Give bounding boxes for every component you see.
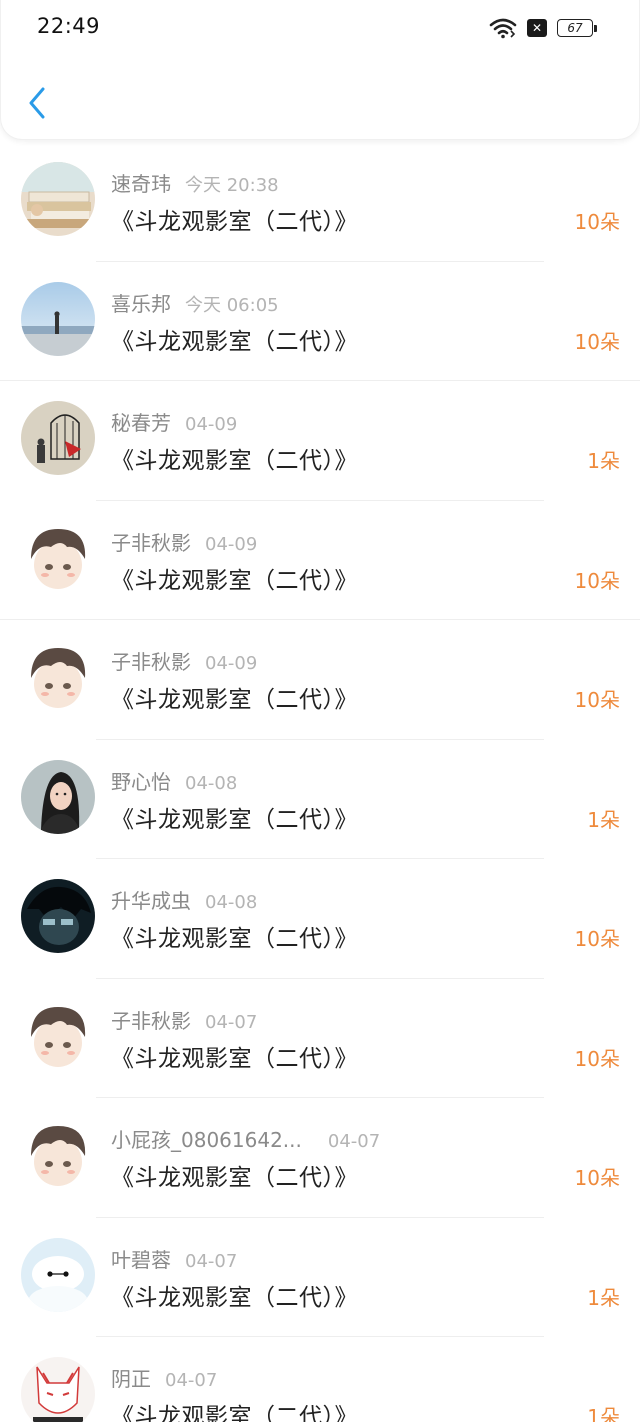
gift-amount: 1朵	[587, 1405, 620, 1422]
back-button[interactable]	[23, 84, 51, 122]
status-time: 22:49	[37, 14, 101, 38]
gift-amount: 10朵	[574, 927, 620, 951]
list-item[interactable]: 子非秋影 04-07 《斗龙观影室（二代）》 10朵	[0, 979, 640, 1098]
gift-amount: 1朵	[587, 449, 620, 473]
item-title: 《斗龙观影室（二代）》	[111, 1045, 358, 1072]
girl-photo-avatar[interactable]	[21, 759, 95, 834]
item-title: 《斗龙观影室（二代）》	[111, 448, 358, 474]
status-icons: ✕ 67	[489, 17, 597, 39]
send-date: 04-07	[327, 1131, 381, 1152]
gift-amount: 10朵	[574, 688, 620, 712]
sender-name: 阴正 04-07	[111, 1367, 218, 1391]
sender-name: 小屁孩_08061642... 04-07	[111, 1128, 381, 1152]
send-date: 04-09	[185, 414, 238, 435]
list-item[interactable]: 速奇玮 今天 20:38 《斗龙观影室（二代）》 10朵	[0, 142, 640, 262]
list-item[interactable]: 子非秋影 04-09 《斗龙观影室（二代）》 10朵	[0, 620, 640, 740]
sender-name: 升华成虫 04-08	[111, 889, 258, 913]
sender-name: 子非秋影 04-09	[111, 530, 258, 555]
baymax-avatar[interactable]	[21, 1237, 95, 1312]
list-item[interactable]: 秘春芳 04-09 《斗龙观影室（二代）》 1朵	[0, 381, 640, 501]
item-title: 《斗龙观影室（二代）》	[111, 1284, 358, 1311]
send-date: 04-07	[205, 1011, 258, 1033]
sender-name: 速奇玮 今天 20:38	[111, 172, 279, 196]
list-item[interactable]: 阴正 04-07 《斗龙观影室（二代）》 1朵	[0, 1337, 640, 1422]
dark-anime-avatar[interactable]	[21, 879, 95, 953]
battery-level: 67	[567, 21, 583, 35]
item-title: 《斗龙观影室（二代）》	[111, 806, 358, 833]
list-item[interactable]: 叶碧蓉 04-07 《斗龙观影室（二代）》 1朵	[0, 1218, 640, 1337]
gift-amount: 10朵	[574, 1166, 620, 1190]
battery-icon: 67	[557, 19, 597, 37]
send-date: 今天 20:38	[185, 175, 279, 196]
sender-name: 野心怡 04-08	[111, 769, 238, 794]
sender-name: 叶碧蓉 04-07	[111, 1247, 238, 1272]
anime-boy-avatar[interactable]	[21, 520, 95, 595]
item-title: 《斗龙观影室（二代）》	[111, 209, 358, 235]
birdcage-avatar[interactable]	[21, 401, 95, 475]
sender-name: 子非秋影 04-09	[111, 650, 258, 674]
anime-boy-avatar[interactable]	[21, 1118, 95, 1192]
item-title: 《斗龙观影室（二代）》	[111, 567, 358, 594]
fox-mask-avatar[interactable]	[21, 1357, 95, 1422]
gift-amount: 10朵	[574, 568, 620, 593]
list-item[interactable]: 野心怡 04-08 《斗龙观影室（二代）》 1朵	[0, 740, 640, 859]
sender-name: 喜乐邦 今天 06:05	[111, 291, 279, 316]
gift-amount: 10朵	[574, 210, 620, 234]
send-date: 04-07	[165, 1370, 218, 1391]
anime-boy-avatar[interactable]	[21, 640, 95, 714]
wifi-icon	[489, 18, 517, 39]
sender-name: 子非秋影 04-07	[111, 1008, 258, 1033]
gift-amount: 1朵	[587, 1285, 620, 1310]
top-header: 22:49 ✕ 67	[0, 0, 640, 140]
gift-list: 速奇玮今天 20:38 《斗龙观影室（二代）》 10朵 喜乐邦今天 06:0	[0, 142, 640, 1422]
send-date: 04-07	[185, 1250, 238, 1272]
books-avatar[interactable]	[21, 162, 95, 236]
list-item[interactable]: 升华成虫 04-08 《斗龙观影室（二代）》 10朵	[0, 859, 640, 979]
anime-boy-avatar[interactable]	[21, 998, 95, 1073]
beach-avatar[interactable]	[21, 281, 95, 356]
send-date: 今天 06:05	[185, 294, 279, 316]
send-date: 04-08	[185, 772, 238, 794]
list-item[interactable]: 子非秋影 04-09 《斗龙观影室（二代）》 10朵	[0, 501, 640, 620]
send-date: 04-09	[205, 533, 258, 555]
send-date: 04-09	[205, 653, 258, 674]
item-title: 《斗龙观影室（二代）》	[111, 1165, 358, 1191]
item-title: 《斗龙观影室（二代）》	[111, 1404, 358, 1422]
chevron-left-icon	[29, 87, 45, 119]
item-title: 《斗龙观影室（二代）》	[111, 328, 358, 355]
list-item[interactable]: 喜乐邦 今天 06:05 《斗龙观影室（二代）》 10朵	[0, 262, 640, 381]
item-title: 《斗龙观影室（二代）》	[111, 926, 358, 952]
gift-amount: 10朵	[574, 329, 620, 354]
send-date: 04-08	[205, 892, 258, 913]
list-item[interactable]: 小屁孩_08061642... 04-07 《斗龙观影室（二代）》 10朵	[0, 1098, 640, 1218]
gift-amount: 10朵	[574, 1046, 620, 1071]
no-sim-icon: ✕	[527, 19, 547, 37]
item-title: 《斗龙观影室（二代）》	[111, 687, 358, 713]
gift-amount: 1朵	[587, 807, 620, 832]
sender-name: 秘春芳 04-09	[111, 411, 238, 435]
